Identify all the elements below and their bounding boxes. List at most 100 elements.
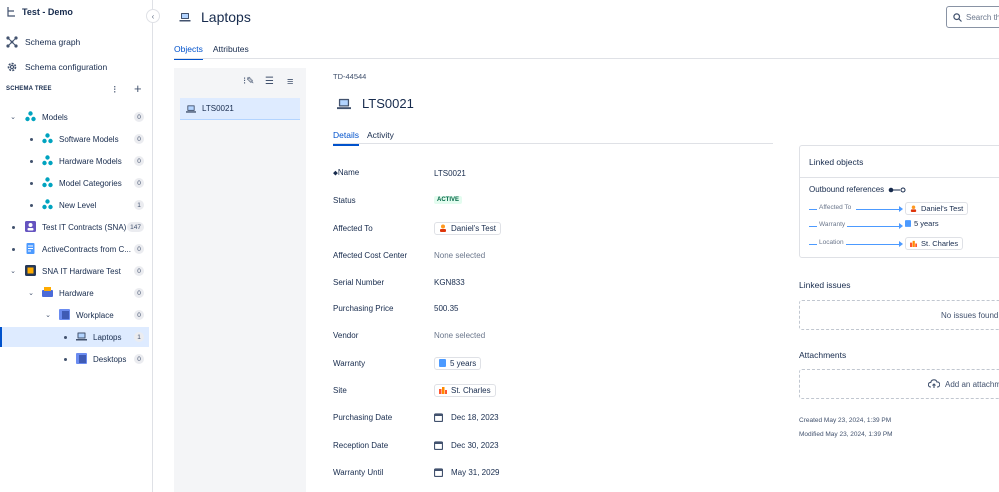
document-icon: [905, 220, 911, 227]
search-input[interactable]: Search thi: [946, 6, 999, 28]
count-badge: 0: [134, 134, 144, 144]
bar-chart-icon: [910, 240, 917, 247]
add-attachment-label[interactable]: Add an attachme: [945, 380, 999, 389]
attr-value: None selected: [434, 330, 486, 340]
attr-label: Vendor: [333, 330, 359, 340]
empty-state-text: No issues found: [941, 310, 999, 320]
attachments-title: Attachments: [799, 350, 847, 360]
bullet-icon: [12, 225, 15, 229]
object-list-panel: ⁝✎ ☰ ≡ LTS0021: [174, 68, 306, 492]
nav-label: Schema configuration: [25, 62, 108, 72]
tree-item-hardware[interactable]: ⌄ Hardware 0: [0, 283, 149, 303]
page-title: Laptops: [201, 9, 251, 25]
attachments-dropzone[interactable]: Add an attachme: [799, 369, 999, 399]
attr-label: Affected To: [333, 223, 373, 233]
tree-item-model-categories[interactable]: Model Categories 0: [0, 173, 149, 193]
attr-label: Purchasing Date: [333, 412, 393, 422]
project-header[interactable]: Test - Demo: [7, 7, 73, 17]
linked-issues-title: Linked issues: [799, 280, 851, 290]
document-icon: [439, 359, 446, 367]
attr-value: 500.35: [434, 303, 459, 313]
tree-more-icon[interactable]: ⁝: [113, 83, 117, 96]
tree-item-label: Models: [42, 112, 68, 122]
tree-item-new-level[interactable]: New Level 1: [0, 195, 149, 215]
project-title: Test - Demo: [22, 7, 73, 17]
tree-item-test-it-contracts[interactable]: Test IT Contracts (SNA) 147: [0, 217, 149, 237]
chevron-down-icon[interactable]: ⌄: [9, 267, 17, 275]
bullet-icon: [30, 137, 33, 141]
desktop-icon: [76, 353, 87, 364]
user-icon: [440, 224, 446, 232]
object-reference-chip[interactable]: St. Charles: [434, 383, 496, 397]
reference-line: Warranty 5 years: [809, 219, 999, 232]
chevron-down-icon[interactable]: ⌄: [44, 311, 52, 319]
count-badge: 0: [134, 266, 144, 276]
list-view-icon[interactable]: ≡: [287, 76, 293, 88]
attr-label: Site: [333, 385, 347, 395]
divider: [174, 58, 999, 59]
nav-schema-graph[interactable]: Schema graph: [6, 36, 80, 48]
collapse-sidebar-button[interactable]: ‹: [146, 9, 160, 23]
laptop-icon: [337, 98, 351, 109]
filter-icon[interactable]: ☰: [265, 76, 274, 87]
count-badge: 0: [134, 112, 144, 122]
chevron-down-icon[interactable]: ⌄: [9, 113, 17, 121]
bar-chart-icon: [439, 387, 447, 394]
chevron-left-icon: ‹: [151, 11, 155, 21]
bullet-icon: [30, 203, 33, 207]
object-reference-chip[interactable]: 5 years: [434, 356, 482, 370]
models-icon: [42, 133, 53, 144]
tree-item-label: Test IT Contracts (SNA): [42, 222, 127, 232]
tree-item-desktops[interactable]: Desktops 0: [0, 349, 149, 369]
attr-row-purchasing-date: Purchasing Date Dec 18, 2023: [333, 410, 773, 424]
contracts-icon: [25, 221, 36, 232]
nav-schema-configuration[interactable]: Schema configuration: [6, 61, 107, 73]
calendar-icon: [434, 467, 443, 477]
edit-columns-icon[interactable]: ⁝✎: [243, 76, 255, 87]
tree-item-label: Workplace: [76, 310, 114, 320]
tree-item-label: Model Categories: [59, 178, 122, 188]
tree-item-label: ActiveContracts from C...: [42, 244, 131, 254]
linked-issues-box: No issues found: [799, 300, 999, 330]
count-badge: 0: [134, 354, 144, 364]
outbound-references-label: Outbound references: [809, 185, 906, 194]
object-reference-chip[interactable]: St. Charles: [905, 237, 964, 250]
tree-item-label: New Level: [59, 200, 97, 210]
search-icon: [953, 12, 962, 22]
tree-item-activecontracts[interactable]: ActiveContracts from C... 0: [0, 239, 149, 259]
models-icon: [42, 155, 53, 166]
hardware-icon: [42, 287, 53, 297]
attr-label: Warranty Until: [333, 467, 384, 477]
count-badge: 1: [134, 200, 144, 210]
divider: [333, 143, 773, 144]
tree-item-hardware-models[interactable]: Hardware Models 0: [0, 151, 149, 171]
tree-item-sna-it-hardware-test[interactable]: ⌄ SNA IT Hardware Test 0: [0, 261, 149, 281]
attr-row-purchasing-price: Purchasing Price 500.35: [333, 301, 773, 315]
modified-timestamp: Modified May 23, 2024, 1:39 PM: [799, 431, 893, 438]
bullet-icon: [30, 159, 33, 163]
linked-objects-panel: Linked objects Outbound references Affec…: [799, 145, 999, 258]
tree-item-laptops[interactable]: Laptops 1: [0, 327, 149, 347]
tree-item-workplace[interactable]: ⌄ Workplace 0: [0, 305, 149, 325]
tree-item-label: Hardware: [59, 288, 94, 298]
count-badge: 0: [134, 288, 144, 298]
tree-item-software-models[interactable]: Software Models 0: [0, 129, 149, 149]
reference-line: Location St. Charles: [809, 237, 999, 250]
attr-row-name: ⬥Name LTS0021: [333, 166, 773, 180]
chevron-down-icon[interactable]: ⌄: [27, 289, 35, 297]
count-badge: 147: [127, 222, 144, 232]
bullet-icon: [64, 357, 67, 361]
models-icon: [42, 199, 53, 210]
cloud-upload-icon: [928, 379, 940, 388]
attr-row-warranty: Warranty 5 years: [333, 356, 773, 370]
add-icon[interactable]: +: [134, 81, 142, 96]
document-icon: [26, 243, 35, 254]
tree-item-models[interactable]: ⌄ Models 0: [0, 107, 149, 127]
gear-icon: [7, 62, 17, 72]
object-reference-chip[interactable]: Daniel's Test: [905, 202, 969, 215]
object-reference-chip[interactable]: 5 years: [905, 219, 939, 228]
laptop-icon: [76, 332, 87, 341]
attr-value: Dec 18, 2023: [451, 412, 499, 422]
list-item[interactable]: LTS0021: [180, 98, 300, 120]
object-reference-chip[interactable]: Daniel's Test: [434, 221, 501, 235]
